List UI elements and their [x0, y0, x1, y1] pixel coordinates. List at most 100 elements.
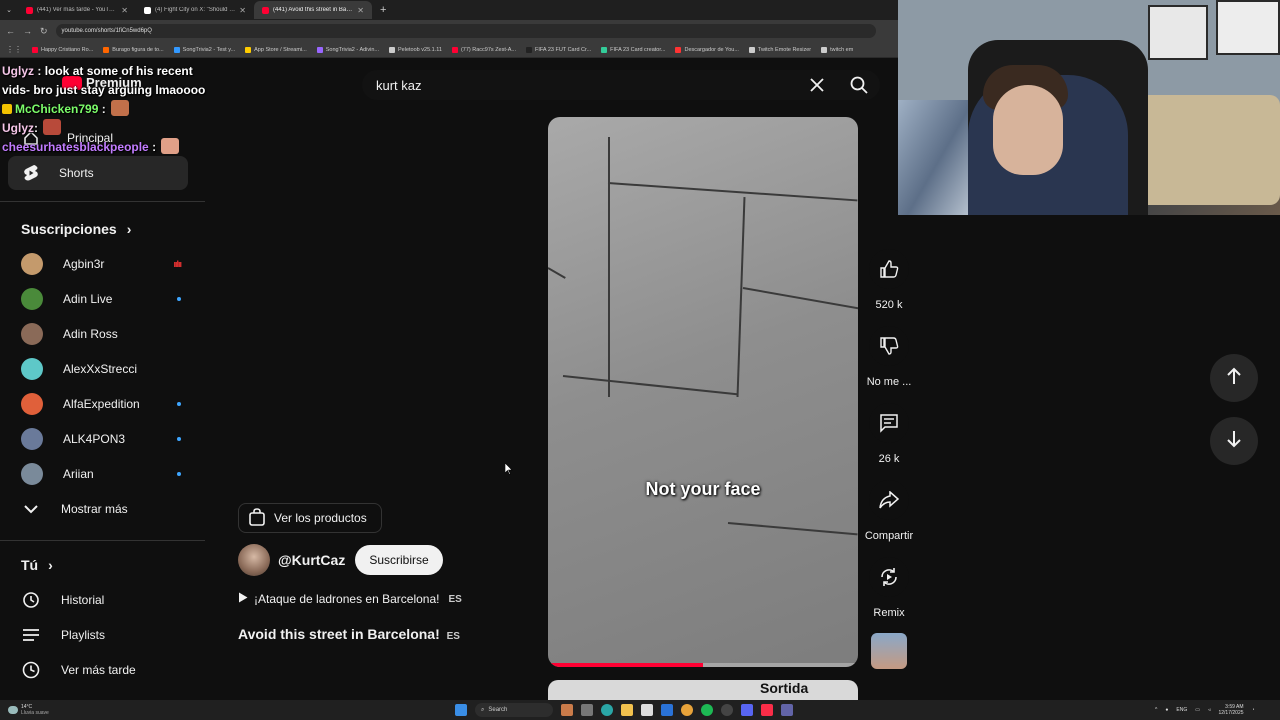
network-icon[interactable]: ▭: [1195, 707, 1200, 713]
next-short-button[interactable]: [1210, 417, 1258, 465]
music-icon[interactable]: [761, 704, 773, 716]
subscription-item[interactable]: ALK4PON3: [21, 422, 181, 456]
browser-tab-3[interactable]: (441) Avoid this street in Barc... ✕: [254, 1, 372, 19]
dislike-button[interactable]: No me ...: [860, 326, 918, 388]
notification-icon[interactable]: ◔: [1252, 707, 1255, 713]
subscription-item[interactable]: Ariian: [21, 457, 181, 491]
comments-button[interactable]: 26 k: [860, 403, 918, 465]
clear-search-icon[interactable]: [806, 74, 828, 96]
url-field[interactable]: youtube.com/shorts/1fiCn5wd6pQ: [55, 24, 876, 38]
subscription-item[interactable]: Adin Ross: [21, 317, 181, 351]
sound-thumbnail[interactable]: [871, 633, 907, 669]
discord-icon[interactable]: [741, 704, 753, 716]
video-progress-fill: [548, 663, 703, 667]
chrome-icon[interactable]: [681, 704, 693, 716]
chat-emote-icon: [161, 138, 180, 154]
channel-handle[interactable]: @KurtCaz: [278, 552, 345, 568]
file-explorer-icon[interactable]: [621, 704, 633, 716]
view-products-button[interactable]: Ver los productos: [238, 503, 382, 533]
bookmark-item[interactable]: App Store / Streami...: [245, 46, 307, 53]
new-tab-button[interactable]: +: [372, 4, 394, 16]
shorts-video-player[interactable]: Not your face: [548, 117, 858, 667]
back-icon[interactable]: ←: [6, 26, 15, 36]
remix-button[interactable]: Remix: [860, 557, 918, 619]
avatar: [21, 253, 43, 275]
bookmark-item[interactable]: twitch em: [821, 46, 853, 53]
search-input[interactable]: kurt kaz: [362, 70, 880, 100]
subscribe-button[interactable]: Suscribirse: [355, 545, 443, 575]
subscription-item[interactable]: AlfaExpedition: [21, 387, 181, 421]
bookmark-favicon-icon: [451, 46, 458, 53]
store-icon[interactable]: [641, 704, 653, 716]
show-more-button[interactable]: Mostrar más: [21, 492, 181, 526]
close-tab-icon[interactable]: ✕: [121, 6, 128, 15]
browser-tab-bar: ⌄ (441) Ver más tarde - YouTube ✕ (4) Fi…: [0, 0, 900, 20]
video-progress-bar[interactable]: [548, 663, 858, 667]
like-button[interactable]: 520 k: [860, 249, 918, 311]
weather-widget[interactable]: 14°C Lluvia suave: [8, 700, 49, 720]
sidebar-item-playlists[interactable]: Playlists: [21, 618, 181, 652]
browser-tab-1[interactable]: (441) Ver más tarde - YouTube ✕: [18, 1, 136, 19]
windows-start-icon[interactable]: [455, 704, 467, 716]
chat-message: cheesurhatesblackpeople :: [2, 138, 207, 157]
bookmark-item[interactable]: (77) Racc97s Zest-A...: [451, 46, 516, 53]
comment-icon: [869, 403, 909, 443]
bookmark-item[interactable]: Twitch Emote Resizer: [748, 46, 811, 53]
cloud-rain-icon: [8, 706, 18, 714]
spotify-icon[interactable]: [701, 704, 713, 716]
close-tab-icon[interactable]: ✕: [239, 6, 246, 15]
avatar: [21, 288, 43, 310]
chevron-up-icon[interactable]: ^: [1155, 707, 1157, 713]
chevron-right-icon: ›: [48, 557, 53, 573]
subscription-item[interactable]: AlexXxStrecci: [21, 352, 181, 386]
reload-icon[interactable]: ↻: [40, 26, 48, 37]
you-heading[interactable]: Tú ›: [21, 557, 53, 573]
subscription-item[interactable]: Adin Live: [21, 282, 181, 316]
video-floor-texture: [736, 197, 746, 398]
webcam-streamer-face: [993, 85, 1063, 175]
apps-grid-icon[interactable]: ⋮⋮: [6, 45, 22, 54]
channel-avatar[interactable]: [238, 544, 270, 576]
bookmark-item[interactable]: FIFA 23 FUT Card Cr...: [525, 46, 591, 53]
next-short-preview[interactable]: Sortida: [548, 680, 858, 700]
bookmark-item[interactable]: Happy Cristiano Ro...: [32, 46, 93, 53]
taskbar-search[interactable]: ⌕ Search: [475, 703, 553, 717]
chevron-down-icon: [21, 499, 41, 519]
sidebar-item-watch-later[interactable]: Ver más tarde: [21, 653, 181, 687]
chat-message: McChicken799 :: [2, 100, 207, 119]
live-dot-icon: [177, 472, 181, 476]
volume-icon[interactable]: ◃: [1208, 707, 1211, 713]
search-icon[interactable]: [848, 74, 870, 96]
shorts-icon: [21, 163, 41, 183]
outlook-icon[interactable]: [661, 704, 673, 716]
bookmark-favicon-icon: [748, 46, 755, 53]
forward-icon[interactable]: →: [23, 26, 32, 36]
sound-link[interactable]: ¡Ataque de ladrones en Barcelona! ES: [238, 592, 462, 606]
share-button[interactable]: Compartir: [860, 480, 918, 542]
tab-search-icon[interactable]: ⌄: [0, 6, 18, 14]
bookmark-item[interactable]: Burago figura de to...: [103, 46, 164, 53]
browser-tab-2[interactable]: (4) Fight City on X: "Should le... ✕: [136, 1, 254, 19]
subscriptions-heading[interactable]: Suscripciones ›: [21, 221, 131, 237]
sidebar-item-shorts[interactable]: Shorts: [8, 156, 188, 190]
bookmark-item[interactable]: Descargador de You...: [675, 46, 739, 53]
previous-short-button[interactable]: [1210, 354, 1258, 402]
obs-icon[interactable]: [721, 704, 733, 716]
widgets-icon[interactable]: [561, 704, 573, 716]
bookmark-favicon-icon: [389, 46, 396, 53]
clock[interactable]: 3:59 AM 12/17/2025: [1218, 704, 1243, 716]
youtube-favicon-icon: [26, 6, 33, 14]
bookmark-item[interactable]: SongTrivia2 - Adivin...: [316, 46, 379, 53]
history-icon: [21, 590, 41, 610]
sidebar-item-history[interactable]: Historial: [21, 583, 181, 617]
edge-icon[interactable]: [601, 704, 613, 716]
microphone-icon[interactable]: ●: [1165, 707, 1168, 713]
close-tab-icon[interactable]: ✕: [357, 6, 364, 15]
teams-icon[interactable]: [781, 704, 793, 716]
bookmark-item[interactable]: SongTrivia2 - Test y...: [173, 46, 235, 53]
chat-message: Uglyz : look at some of his recent vids-…: [2, 64, 206, 97]
bookmark-item[interactable]: FIFA 23 Card creator...: [601, 46, 665, 53]
bookmark-item[interactable]: Peletoob v25.1.11: [389, 46, 442, 53]
subscription-item[interactable]: Agbin3r ıılıı: [21, 247, 182, 281]
task-view-icon[interactable]: [581, 704, 593, 716]
